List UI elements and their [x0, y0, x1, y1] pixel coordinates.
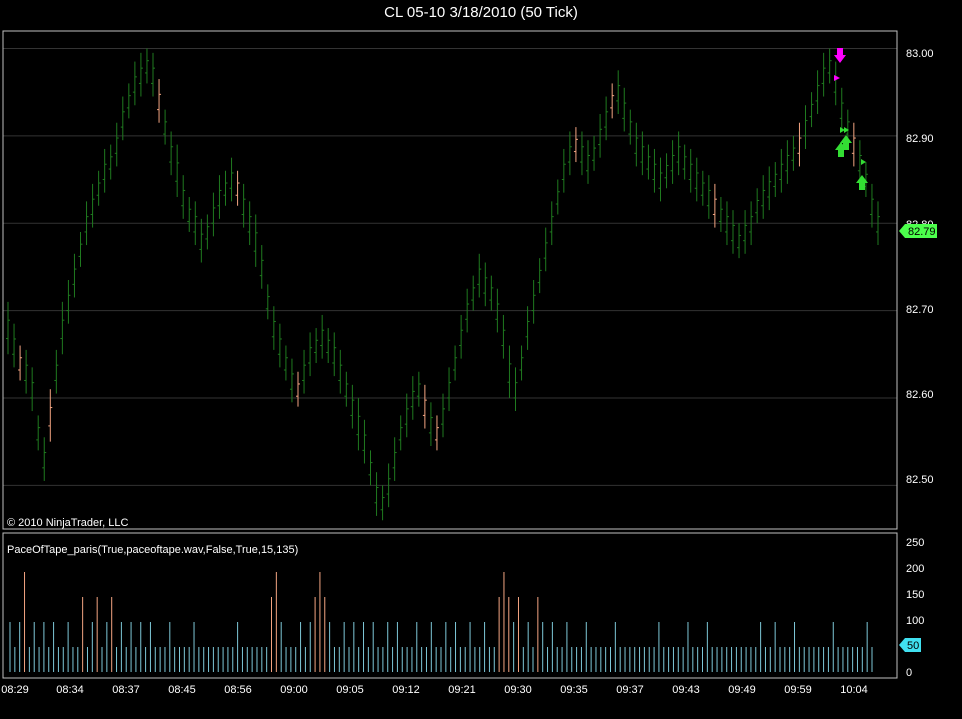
x-tick-label: 08:37: [112, 684, 140, 696]
x-tick-label: 09:35: [560, 684, 588, 696]
x-tick-label: 08:29: [1, 684, 29, 696]
chart-canvas[interactable]: 83.00 82.90 82.80 82.70 82.60 82.50 82.7…: [0, 0, 962, 719]
y-tick-label: 83.00: [906, 48, 934, 60]
last-price-label: 82.79: [908, 226, 936, 238]
indicator-axis: 250 200 150 100 50 0: [906, 537, 924, 679]
time-axis: 08:29 08:34 08:37 08:45 08:56 09:00 09:0…: [1, 684, 868, 696]
y-tick-label: 82.60: [906, 389, 934, 401]
x-tick-label: 09:30: [504, 684, 532, 696]
y-tick-label: 82.90: [906, 133, 934, 145]
x-tick-label: 09:37: [616, 684, 644, 696]
y-tick-label: 150: [906, 589, 924, 601]
x-tick-label: 08:34: [56, 684, 84, 696]
last-price-marker: 82.79: [899, 224, 937, 238]
x-tick-label: 10:04: [840, 684, 868, 696]
sell-triangle-icon: [834, 75, 840, 81]
y-tick-label: 82.50: [906, 474, 934, 486]
x-tick-label: 09:00: [280, 684, 308, 696]
x-tick-label: 09:21: [448, 684, 476, 696]
pace-value-label: 50: [907, 640, 919, 652]
y-tick-label: 82.70: [906, 304, 934, 316]
x-tick-label: 08:45: [168, 684, 196, 696]
x-tick-label: 08:56: [224, 684, 252, 696]
indicator-label: PaceOfTape_paris(True,paceoftape.wav,Fal…: [7, 544, 298, 556]
sell-arrow-icon: [834, 48, 846, 63]
y-tick-label: 200: [906, 563, 924, 575]
x-tick-label: 09:49: [728, 684, 756, 696]
x-tick-label: 09:59: [784, 684, 812, 696]
x-tick-label: 09:12: [392, 684, 420, 696]
trade-signals: [834, 48, 868, 190]
x-tick-label: 09:43: [672, 684, 700, 696]
x-tick-label: 09:05: [336, 684, 364, 696]
pace-bars: [9, 572, 873, 672]
price-gridlines: [3, 47, 897, 486]
price-bars: [6, 48, 880, 521]
price-axis: 83.00 82.90 82.80 82.70 82.60 82.50: [906, 48, 934, 486]
y-tick-label: 250: [906, 537, 924, 549]
y-tick-label: 100: [906, 615, 924, 627]
pace-value-marker: 50: [899, 638, 921, 652]
copyright-label: © 2010 NinjaTrader, LLC: [7, 517, 128, 529]
y-tick-label: 0: [906, 667, 912, 679]
price-panel-border: [2, 30, 898, 530]
buy-triangle-icon: [861, 159, 866, 165]
